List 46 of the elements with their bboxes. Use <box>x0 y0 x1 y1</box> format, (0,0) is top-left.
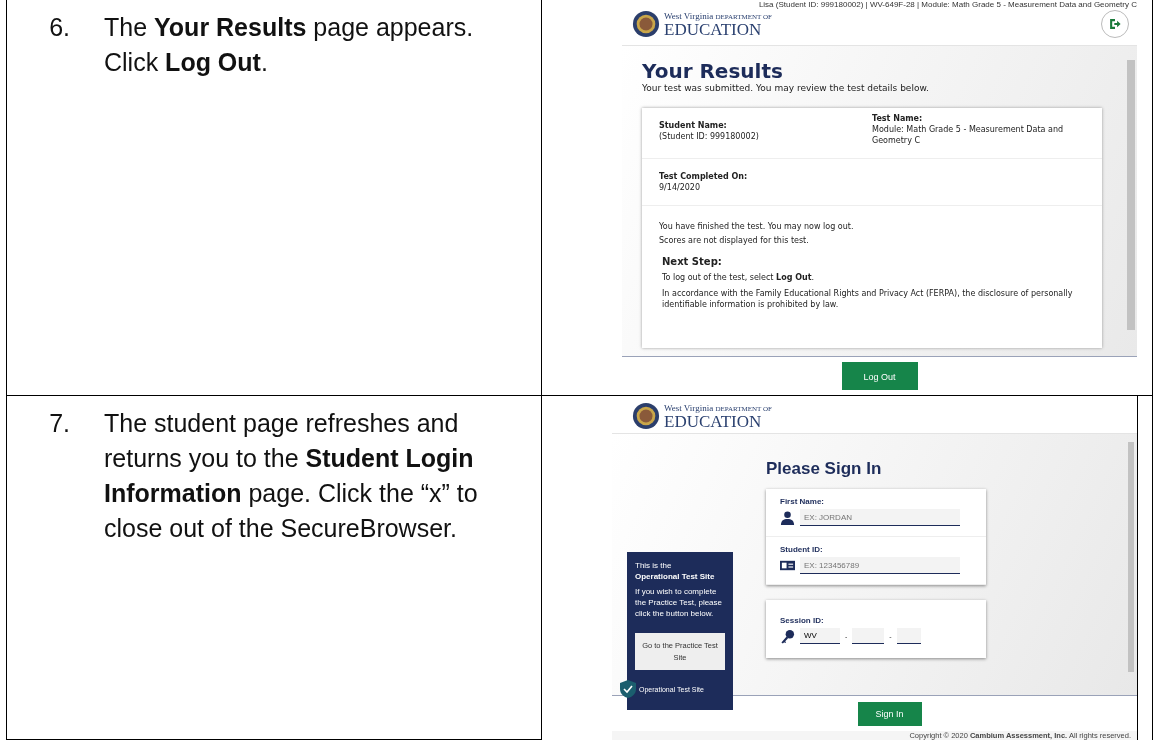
panel-text: If you wish to complete the Practice Test, please click the button below. <box>635 586 723 619</box>
shield-check-icon <box>620 680 636 698</box>
scrollbar[interactable] <box>1127 60 1135 330</box>
message-text: You have finished the test. You may now log out. <box>659 221 855 233</box>
exit-arrow-icon <box>1108 17 1122 31</box>
field-label: Test Completed On: <box>659 171 749 182</box>
sign-in-button[interactable]: Sign In <box>857 701 922 726</box>
panel-heading: Operational Test Site <box>635 571 716 582</box>
step-instruction: The Your Results page appears. Click Log Out. <box>104 12 475 78</box>
field-value: 9/14/2020 <box>659 182 702 193</box>
page-title: Your Results <box>642 60 784 82</box>
logo-agency: EDUCATION <box>664 21 763 38</box>
paragraph: To log out of the test, select Log Out. <box>662 272 816 283</box>
field-label: Student ID: <box>780 545 824 554</box>
field-value: Module: Math Grade 5 - Measurement Data and Geometry C <box>872 124 1065 146</box>
key-icon <box>780 628 795 644</box>
page-subtitle: Your test was submitted. You may review the test details below. <box>642 82 930 94</box>
seal-icon <box>632 10 660 38</box>
field-value: (Student ID: 999180002) <box>659 131 760 142</box>
paragraph: In accordance with the Family Educational Rights and Privacy Act (FERPA), the disclosure of personally identifiable information is prohibited by law. <box>662 288 1074 310</box>
step-number: 6. <box>48 12 71 43</box>
test-info: Lisa (Student ID: 999180002) | WV-649F-28 | Module: Math Grade 5 - Measurement Data and Geometry C <box>757 0 1137 10</box>
log-out-icon-button[interactable] <box>1101 10 1129 38</box>
scrollbar[interactable] <box>1128 442 1134 672</box>
section-heading: Next Step: <box>662 256 723 267</box>
message-text: Scores are not displayed for this test. <box>659 235 810 247</box>
field-label: First Name: <box>780 497 825 506</box>
person-icon <box>780 510 795 525</box>
page-title: Please Sign In <box>766 459 883 479</box>
seal-icon <box>632 402 660 430</box>
text-input[interactable]: EX: JORDAN <box>800 509 960 526</box>
logo-state: West Virginia <box>664 402 714 413</box>
panel-text: This is the <box>635 560 673 571</box>
session-input[interactable] <box>852 628 885 644</box>
logo-agency: EDUCATION <box>664 413 763 430</box>
session-input[interactable]: WV <box>800 628 840 644</box>
field-label: Session ID: <box>780 616 825 625</box>
field-label: Student Name: <box>659 120 728 131</box>
step-instruction: The student page refreshes and returns you to the Student Login Information page. Click the “x” to close out of the SecureBrowser. <box>104 408 479 544</box>
step-number: 7. <box>48 408 71 439</box>
field-label: Test Name: <box>872 113 924 124</box>
log-out-button[interactable]: Log Out <box>841 362 918 390</box>
logo-state: West Virginia <box>664 10 714 21</box>
session-input[interactable] <box>896 628 921 644</box>
id-card-icon <box>780 558 795 573</box>
text-input[interactable]: EX: 123456789 <box>800 557 960 574</box>
